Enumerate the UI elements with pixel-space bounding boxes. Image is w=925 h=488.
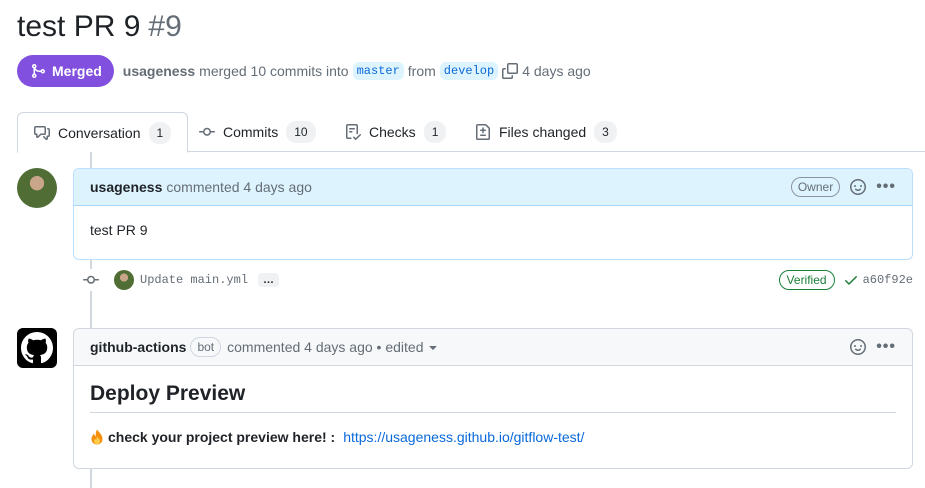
owner-comment: usageness commented 4 days ago Owner •••… xyxy=(73,168,913,260)
fire-icon xyxy=(91,429,103,445)
tab-commits-count: 10 xyxy=(286,121,316,143)
git-commit-icon xyxy=(80,269,102,291)
merged-status-label: Merged xyxy=(52,63,102,79)
tab-checks-count: 1 xyxy=(423,121,447,143)
timeline-commit: Update main.yml … Verified a60f92e xyxy=(80,268,913,292)
checklist-icon xyxy=(346,124,361,140)
triangle-down-icon[interactable] xyxy=(425,339,441,355)
git-merge-icon xyxy=(32,64,46,78)
file-diff-icon xyxy=(476,124,490,140)
check-icon[interactable] xyxy=(843,272,859,288)
smiley-icon[interactable] xyxy=(850,179,867,195)
tab-conversation[interactable]: Conversation 1 xyxy=(17,112,189,153)
commit-sha-link[interactable]: a60f92e xyxy=(863,273,913,287)
head-branch-link[interactable]: develop xyxy=(439,62,499,80)
github-mark-icon xyxy=(21,332,53,364)
comment-actions: ••• xyxy=(850,338,896,356)
bot-comment: github-actions bot commented 4 days ago … xyxy=(73,328,913,469)
comment-actions: ••• xyxy=(850,178,896,196)
pr-title: test PR 9 xyxy=(17,10,141,43)
tab-files-changed-label: Files changed xyxy=(499,124,587,140)
comment-discussion-icon xyxy=(34,125,50,140)
tab-checks[interactable]: Checks 1 xyxy=(329,112,462,152)
pr-state-row: Merged usageness merged 10 commits into … xyxy=(17,55,591,87)
deploy-preview-heading: Deploy Preview xyxy=(90,382,896,413)
comment-header: usageness commented 4 days ago Owner ••• xyxy=(74,169,912,206)
preview-link[interactable]: https://usageness.github.io/gitflow-test… xyxy=(343,429,584,445)
copy-icon[interactable] xyxy=(502,63,519,79)
tab-files-changed[interactable]: Files changed 3 xyxy=(459,112,633,152)
pr-title-row: test PR 9 #9 xyxy=(17,10,182,50)
comment-body: Deploy Preview check your project previe… xyxy=(74,366,912,461)
comment-body: test PR 9 xyxy=(90,222,148,238)
merged-status-badge: Merged xyxy=(17,55,114,87)
avatar[interactable] xyxy=(17,168,57,208)
tab-commits-label: Commits xyxy=(223,124,279,140)
bot-badge: bot xyxy=(190,337,222,357)
from-text: from xyxy=(407,63,436,79)
merge-summary-text: merged 10 commits into xyxy=(199,63,349,79)
base-branch-link[interactable]: master xyxy=(352,62,404,80)
kebab-horizontal-icon[interactable]: ••• xyxy=(876,178,896,196)
tab-conversation-count: 1 xyxy=(148,121,172,144)
pr-tabs: Conversation 1 Commits 10 Checks 1 Files… xyxy=(17,112,925,153)
commit-author-avatar[interactable] xyxy=(114,270,134,290)
preview-text: check your project preview here! : xyxy=(108,429,336,445)
tab-commits[interactable]: Commits 10 xyxy=(183,112,332,152)
kebab-horizontal-icon[interactable]: ••• xyxy=(876,338,896,356)
tab-files-changed-count: 3 xyxy=(594,121,617,143)
pr-number: #9 xyxy=(148,10,182,43)
comment-author-link[interactable]: usageness xyxy=(90,179,162,195)
commit-expand-button[interactable]: … xyxy=(258,273,280,287)
comment-meta[interactable]: commented 4 days ago xyxy=(166,179,312,195)
comment-author-link[interactable]: github-actions xyxy=(90,339,186,355)
commit-message-link[interactable]: Update main.yml xyxy=(140,273,248,287)
verified-badge[interactable]: Verified xyxy=(778,270,835,290)
comment-header: github-actions bot commented 4 days ago … xyxy=(74,329,912,366)
pr-author-link[interactable]: usageness xyxy=(123,63,195,79)
comment-meta[interactable]: commented 4 days ago • edited xyxy=(227,339,423,355)
git-commit-icon xyxy=(199,127,215,136)
smiley-icon[interactable] xyxy=(850,339,867,355)
tab-conversation-label: Conversation xyxy=(58,124,141,141)
preview-line: check your project preview here! : https… xyxy=(90,429,896,445)
merge-time: 4 days ago xyxy=(522,63,591,79)
avatar[interactable] xyxy=(17,328,57,368)
owner-badge: Owner xyxy=(790,177,841,197)
tab-checks-label: Checks xyxy=(369,124,416,140)
